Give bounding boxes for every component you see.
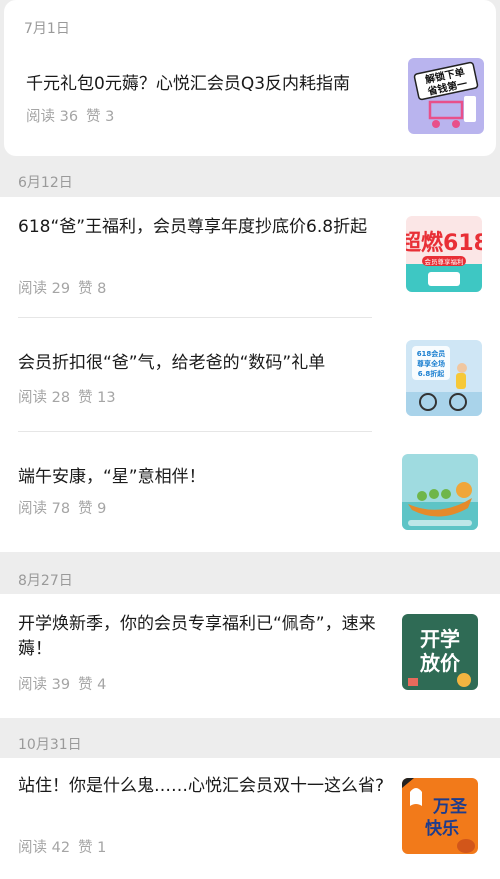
- article-title: 会员折扣很“爸”气，给老爸的“数码”礼单: [18, 353, 326, 373]
- like-count: 赞 1: [78, 840, 107, 856]
- read-count: 阅读 36: [26, 109, 79, 125]
- 618-promo-thumbnail: 超燃618 会员尊享福利: [406, 216, 482, 292]
- article-title: 站住！你是什么鬼……心悦汇会员双十一这么省?: [18, 776, 385, 796]
- like-count: 赞 3: [86, 109, 115, 125]
- article-thumbnail: 开学 放价: [402, 614, 478, 690]
- halloween-thumbnail: 万圣 快乐: [402, 778, 478, 854]
- date-group-card: 618“爸”王福利，会员尊享年度抄底价6.8折起 阅读 29 赞 8 超燃618 …: [0, 197, 500, 552]
- svg-text:6.8折起: 6.8折起: [418, 369, 445, 378]
- article-item[interactable]: 618“爸”王福利，会员尊享年度抄底价6.8折起 阅读 29 赞 8 超燃618 …: [0, 197, 500, 317]
- read-count: 阅读 29: [18, 281, 71, 297]
- like-count: 赞 13: [78, 390, 116, 406]
- dragon-boat-thumbnail: [402, 454, 478, 530]
- thumb-text: 开学: [420, 627, 460, 651]
- article-thumbnail: [402, 454, 478, 530]
- date-group-card: 7月1日 千元礼包0元薅？心悦汇会员Q3反内耗指南 阅读 36 赞 3 解锁下单 …: [4, 0, 496, 156]
- like-count: 赞 9: [78, 501, 107, 517]
- article-thumbnail: 万圣 快乐: [402, 778, 478, 854]
- svg-text:尊享全场: 尊享全场: [417, 359, 445, 368]
- article-item[interactable]: 端午安康，“星”意相伴！ 阅读 78 赞 9: [0, 432, 500, 552]
- article-feed: 7月1日 千元礼包0元薅？心悦汇会员Q3反内耗指南 阅读 36 赞 3 解锁下单 …: [0, 0, 500, 879]
- article-stats: 阅读 39 赞 4: [18, 673, 106, 694]
- article-title: 开学焕新季，你的会员专享福利已“佩奇”，速来薅！: [18, 614, 376, 659]
- date-label: 6月12日: [18, 175, 73, 191]
- thumb-text: 万圣: [432, 797, 468, 817]
- article-title: 618“爸”王福利，会员尊享年度抄底价6.8折起: [18, 217, 368, 237]
- read-count: 阅读 78: [18, 501, 71, 517]
- svg-text:会员尊享福利: 会员尊享福利: [425, 257, 464, 266]
- article-item[interactable]: 会员折扣很“爸”气，给老爸的“数码”礼单 阅读 28 赞 13 618会员 尊享全…: [0, 318, 500, 431]
- article-thumbnail: 解锁下单 省钱第一: [408, 58, 484, 134]
- cyclist-thumbnail: 618会员 尊享全场 6.8折起: [406, 340, 482, 416]
- back-to-school-thumbnail: 开学 放价: [402, 614, 478, 690]
- read-count: 阅读 39: [18, 677, 71, 693]
- svg-text:快乐: 快乐: [425, 818, 459, 839]
- like-count: 赞 8: [78, 281, 107, 297]
- svg-text:放价: 放价: [419, 651, 461, 675]
- article-thumbnail: 618会员 尊享全场 6.8折起: [406, 340, 482, 416]
- article-title: 端午安康，“星”意相伴！: [18, 467, 206, 487]
- article-stats: 阅读 36 赞 3: [26, 105, 114, 126]
- date-group-card: 站住！你是什么鬼……心悦汇会员双十一这么省? 阅读 42 赞 1 万圣 快乐: [0, 758, 500, 879]
- date-label: 10月31日: [18, 737, 82, 753]
- article-stats: 阅读 28 赞 13: [18, 386, 116, 407]
- article-title: 千元礼包0元薅？心悦汇会员Q3反内耗指南: [26, 74, 351, 94]
- article-item[interactable]: 千元礼包0元薅？心悦汇会员Q3反内耗指南 阅读 36 赞 3 解锁下单 省钱第一: [4, 0, 496, 156]
- article-stats: 阅读 78 赞 9: [18, 497, 106, 518]
- article-thumbnail: 超燃618 会员尊享福利: [406, 216, 482, 292]
- like-count: 赞 4: [78, 677, 107, 693]
- article-item[interactable]: 开学焕新季，你的会员专享福利已“佩奇”，速来薅！ 阅读 39 赞 4 开学 放价: [0, 594, 500, 718]
- read-count: 阅读 42: [18, 840, 71, 856]
- article-stats: 阅读 29 赞 8: [18, 277, 106, 298]
- date-group-card: 开学焕新季，你的会员专享福利已“佩奇”，速来薅！ 阅读 39 赞 4 开学 放价: [0, 594, 500, 718]
- article-item[interactable]: 站住！你是什么鬼……心悦汇会员双十一这么省? 阅读 42 赞 1 万圣 快乐: [0, 758, 500, 879]
- article-stats: 阅读 42 赞 1: [18, 836, 106, 857]
- date-label: 8月27日: [18, 573, 73, 589]
- read-count: 阅读 28: [18, 390, 71, 406]
- shopping-cart-thumbnail: 解锁下单 省钱第一: [408, 58, 484, 134]
- thumb-text: 超燃618: [406, 230, 482, 256]
- svg-text:618会员: 618会员: [417, 349, 446, 358]
